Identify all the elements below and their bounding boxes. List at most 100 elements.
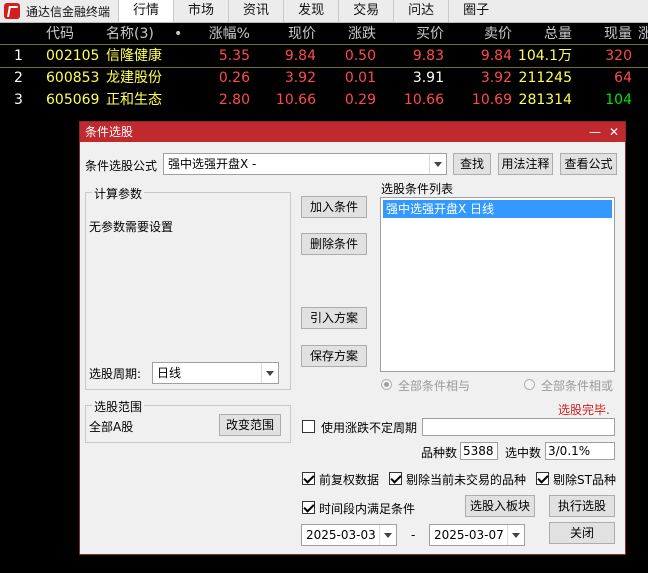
condition-list[interactable]: 强中选强开盘X 日线	[380, 197, 615, 372]
row-index: 1	[14, 48, 23, 64]
view-formula-button[interactable]: 查看公式	[560, 153, 617, 175]
col-name-header[interactable]: 名称(3)	[106, 23, 176, 45]
change: 0.29	[344, 92, 376, 108]
ask: 9.84	[480, 48, 512, 64]
radio-all-or[interactable]	[524, 379, 535, 390]
use-period-checkbox[interactable]	[302, 420, 315, 433]
stock-name: 龙建股份	[106, 70, 162, 86]
menu-item-market[interactable]: 市场	[173, 0, 228, 22]
radio-all-and[interactable]	[381, 379, 392, 390]
row-index: 3	[14, 92, 23, 108]
date-from-value: 2025-03-03	[306, 528, 376, 542]
count-value: 5388	[460, 442, 498, 460]
period-input[interactable]	[422, 418, 615, 436]
range-group: 选股范围 全部A股 改变范围	[85, 398, 291, 443]
forward-adjust-checkbox[interactable]	[302, 472, 315, 485]
chevron-down-icon[interactable]	[429, 154, 446, 174]
col-current-volume-header[interactable]: 现量	[580, 23, 632, 45]
volume: 211245	[518, 70, 572, 86]
price: 10.66	[275, 92, 316, 108]
save-plan-button[interactable]: 保存方案	[301, 345, 367, 367]
col-ask-header[interactable]: 卖价	[452, 23, 512, 45]
col-change-header[interactable]: 涨跌	[326, 23, 376, 45]
exclude-st-checkbox[interactable]	[536, 472, 549, 485]
menu-item-trade[interactable]: 交易	[338, 0, 393, 22]
volume: 104.1万	[517, 48, 572, 64]
stock-name: 信隆健康	[106, 48, 162, 64]
add-condition-button[interactable]: 加入条件	[301, 196, 367, 218]
forward-adjust-label: 前复权数据	[319, 473, 380, 487]
formula-select-value: 强中选强开盘X -	[168, 157, 257, 171]
exclude-st-label: 剔除ST品种	[553, 473, 616, 487]
stock-code: 600853	[46, 70, 100, 86]
minimize-icon[interactable]: —	[589, 122, 601, 142]
table-row[interactable]: 2 600853 龙建股份 0.26 3.92 0.01 3.91 3.92 2…	[0, 67, 648, 89]
bid: 3.91	[412, 70, 444, 86]
radio-all-and-label: 全部条件相与	[398, 379, 471, 393]
time-condition-checkbox[interactable]	[302, 501, 315, 514]
close-icon[interactable]: ✕	[609, 122, 619, 142]
price: 9.84	[284, 48, 316, 64]
col-code-header[interactable]: 代码	[46, 23, 96, 45]
col-volume-header[interactable]: 总量	[514, 23, 572, 45]
chevron-down-icon[interactable]	[261, 363, 278, 383]
use-period-label: 使用涨跌不定周期	[321, 421, 418, 435]
stock-code: 002105	[46, 48, 100, 64]
execute-screen-button[interactable]: 执行选股	[549, 495, 615, 517]
formula-select[interactable]: 强中选强开盘X -	[163, 153, 447, 175]
import-plan-button[interactable]: 引入方案	[301, 307, 367, 329]
col-pct-header[interactable]: 涨幅%	[196, 23, 250, 45]
range-value: 全部A股	[89, 420, 134, 434]
exclude-untraded-checkbox[interactable]	[389, 472, 402, 485]
date-from-picker[interactable]: 2025-03-03	[301, 524, 397, 546]
find-button[interactable]: 查找	[453, 153, 491, 175]
chevron-down-icon[interactable]	[507, 525, 524, 545]
chevron-down-icon[interactable]	[379, 525, 396, 545]
col-dot-header: •	[174, 26, 183, 42]
period-select-value: 日线	[157, 366, 182, 380]
time-condition-label: 时间段内满足条件	[319, 502, 416, 516]
count-label: 品种数	[421, 446, 458, 460]
period-select[interactable]: 日线	[152, 362, 279, 384]
row-index: 2	[14, 70, 23, 86]
col-bid-header[interactable]: 买价	[386, 23, 444, 45]
current-volume: 104	[605, 92, 632, 108]
change-range-button[interactable]: 改变范围	[219, 414, 281, 436]
pct-change: 5.35	[218, 48, 250, 64]
add-to-block-button[interactable]: 选股入板块	[465, 495, 535, 517]
pct-change: 0.26	[218, 70, 250, 86]
col-price-header[interactable]: 现价	[262, 23, 316, 45]
menu-item-ask[interactable]: 问达	[393, 0, 448, 22]
menu-item-news[interactable]: 资讯	[228, 0, 283, 22]
current-volume: 320	[605, 48, 632, 64]
table-row[interactable]: 1 002105 信隆健康 5.35 9.84 0.50 9.83 9.84 1…	[0, 44, 648, 68]
list-item[interactable]: 强中选强开盘X 日线	[383, 200, 612, 218]
stock-screener-dialog: 条件选股 — ✕ 条件选股公式 强中选强开盘X - 查找 用法注释 查看公式 计…	[79, 121, 626, 555]
col-extra-header[interactable]: 涨	[638, 23, 648, 45]
params-group-label: 计算参数	[92, 185, 145, 202]
volume: 281314	[518, 92, 572, 108]
usage-notes-button[interactable]: 用法注释	[498, 153, 553, 175]
menu-item-market-quotes[interactable]: 行情	[118, 0, 174, 22]
quote-grid-header: 代码 名称(3) • 涨幅% 现价 涨跌 买价 卖价 总量 现量 涨	[0, 23, 648, 44]
radio-all-or-label: 全部条件相或	[541, 379, 614, 393]
current-volume: 64	[614, 70, 632, 86]
menu-item-discover[interactable]: 发现	[283, 0, 338, 22]
params-group: 计算参数 无参数需要设置 选股周期: 日线	[85, 185, 291, 390]
bid: 9.83	[412, 48, 444, 64]
change: 0.01	[344, 70, 376, 86]
date-to-picker[interactable]: 2025-03-07	[429, 524, 525, 546]
delete-condition-button[interactable]: 删除条件	[301, 233, 367, 255]
app-title: 通达信金融终端	[26, 4, 111, 19]
stock-name: 正和生态	[106, 92, 162, 108]
range-group-label: 选股范围	[92, 398, 145, 415]
table-row[interactable]: 3 605069 正和生态 2.80 10.66 0.29 10.66 10.6…	[0, 89, 648, 111]
params-text: 无参数需要设置	[89, 220, 174, 234]
pct-change: 2.80	[218, 92, 250, 108]
top-bar: 通达信金融终端 行情 市场 资讯 发现 交易 问达 圈子	[0, 0, 648, 23]
close-button[interactable]: 关闭	[549, 522, 615, 544]
period-label: 选股周期:	[89, 367, 142, 381]
dialog-title-bar[interactable]: 条件选股 — ✕	[80, 122, 625, 142]
ask: 10.69	[471, 92, 512, 108]
menu-item-circle[interactable]: 圈子	[448, 0, 503, 22]
